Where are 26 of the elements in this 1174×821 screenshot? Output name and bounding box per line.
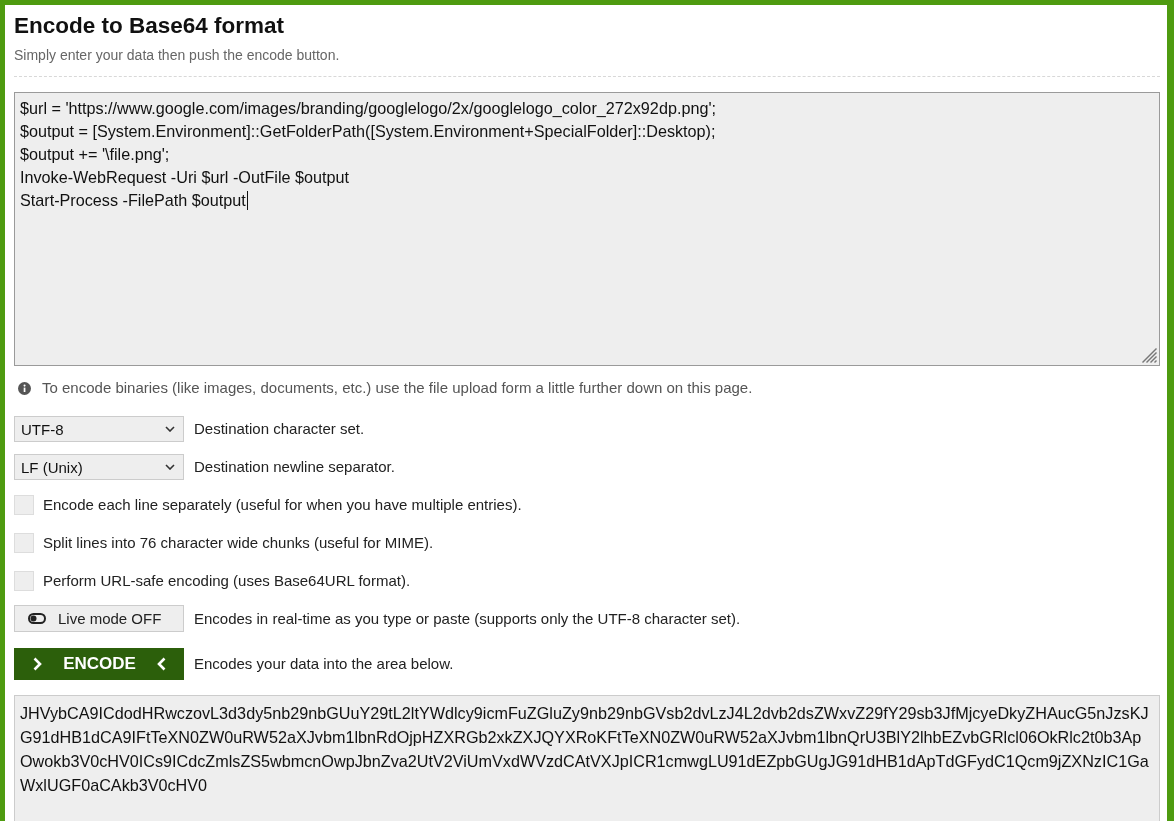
page-title: Encode to Base64 format: [14, 13, 285, 39]
chevron-right-icon: [33, 657, 42, 671]
checkbox-label: Perform URL-safe encoding (uses Base64URL format).: [43, 571, 411, 591]
text-input-field[interactable]: $url = 'https://www.google.com/images/branding/googlelogo/2x/googlelogo_color_272x92dp.png'; $output = [System.Environment]::GetFolderPath([System.Environment+SpecialFolder]::Desktop); $output += '\file.png'; Invoke-WebRequest -Uri $url -OutFile $output Start-Process -FilePath $output: [14, 92, 1160, 366]
live-mode-button[interactable]: Live mode OFF: [14, 605, 184, 632]
checkbox-label: Split lines into 76 character wide chunks (useful for MIME).: [43, 533, 434, 553]
dropdown[interactable]: UTF-8: [14, 416, 184, 442]
field-label: Destination character set.: [194, 419, 365, 439]
info-note: To encode binaries (like images, documents, etc.) use the file upload form a little further down on this page.: [42, 378, 753, 398]
chevron-down-icon: [165, 464, 175, 470]
checkbox[interactable]: [14, 571, 34, 591]
checkbox[interactable]: [14, 533, 34, 553]
checkbox-label: Encode each line separately (useful for when you have multiple entries).: [43, 495, 522, 515]
page-subtitle: Simply enter your data then push the encode button.: [14, 46, 340, 64]
checkbox[interactable]: [14, 495, 34, 515]
chevron-down-icon: [165, 426, 175, 432]
output-field[interactable]: JHVybCA9ICdodHRwczovL3d3dy5nb29nbGUuY29tL2ltYWdlcy9icmFuZGluZy9nb29nbGVsb2dvLzJ4L2dvb2dsZWxvZ29fY29sb3JfMjcyeDkyZHAucG5nJzsKJG91dHB1dCA9IFtTeXN0ZW0uRW52aXJvbm1lbnRdOjpHZXRGb2xkZXJQYXRoKFtTeXN0ZW0uRW52aXJvbm1lbnQrU3BlY2lhbEZvbGRlcl06OkRlc2t0b3ApOwokb3V0cHV0ICs9ICdcZmlsZS5wbmcnOwpJbnZva2UtV2ViUmVxdWVzdCAtVXJpICR1cmwgLU91dEZpbGUgJG91dHB1dApTdGFydC1Qcm9jZXNzIC1GaWxlUGF0aCAkb3V0cHV0: [14, 695, 1160, 821]
info-icon: [18, 381, 31, 395]
text-cursor: [246, 191, 248, 210]
encode-button[interactable]: ENCODE: [14, 648, 184, 680]
field-label: Destination newline separator.: [194, 457, 395, 477]
live-mode-description: Encodes in real-time as you type or paste (supports only the UTF-8 character set).: [194, 608, 741, 629]
encode-description: Encodes your data into the area below.: [194, 654, 454, 674]
dropdown[interactable]: LF (Unix): [14, 454, 184, 480]
chevron-left-icon: [157, 657, 166, 671]
resize-grip-icon[interactable]: [1142, 348, 1157, 363]
